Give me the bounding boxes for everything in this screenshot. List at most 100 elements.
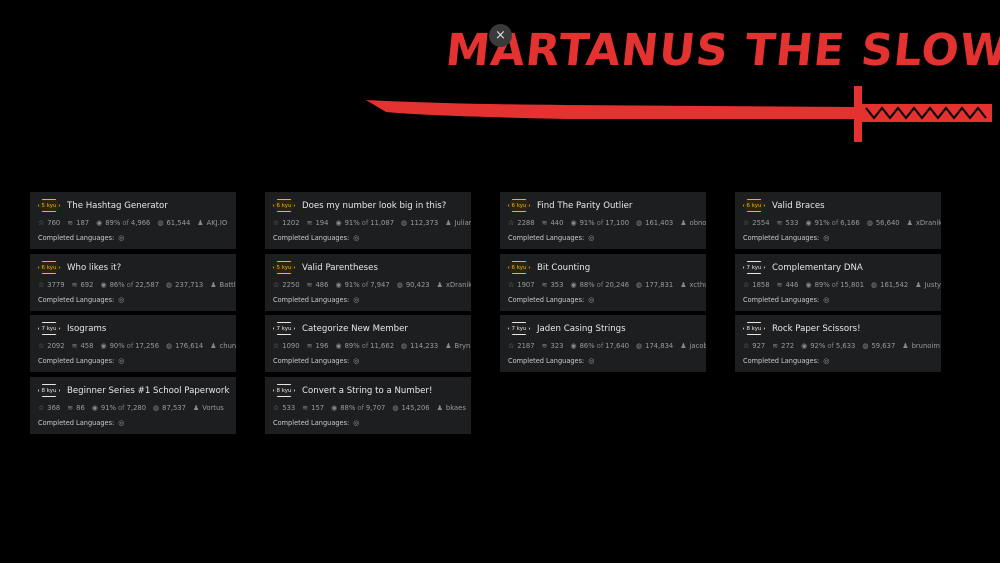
kata-name-link[interactable]: Categorize New Member [302,324,408,334]
eye-icon: ◉ [805,219,812,227]
author-link[interactable]: obnov [690,219,706,227]
completed-languages-label: Completed Languages: [273,357,350,365]
collections-stat: ≋ 272 [772,342,794,350]
kata-card[interactable]: 6 kyu Find The Parity Outlier ☆ 2288 ≋ 440… [500,192,706,249]
kata-name-link[interactable]: Rock Paper Scissors! [772,324,861,334]
of-text: of [827,342,834,350]
author-link[interactable]: Battle [220,281,236,289]
kata-card[interactable]: 6 kyu Who likes it? ☆ 3779 ≋ 692 ◉ 86% of 22,… [30,254,236,311]
completed-count: 87,537 [162,404,186,412]
completed-count: 161,542 [880,281,909,289]
votes-count: 11,662 [370,342,395,350]
collections-stat: ≋ 692 [72,281,94,289]
user-icon: ♟ [680,342,687,350]
stars-stat: ☆ 2187 [508,342,535,350]
author-stat: ♟ AKJ.IO [197,219,227,227]
completed-languages-label: Completed Languages: [508,296,585,304]
author-link[interactable]: xDranik [446,281,471,289]
stars-count: 1858 [752,281,770,289]
language-icon: ◎ [118,357,125,365]
votes-count: 15,801 [840,281,865,289]
author-link[interactable]: xDranik [916,219,941,227]
author-link[interactable]: jacob [690,342,706,350]
user-icon: ♟ [680,281,687,289]
satisfaction-stat: ◉ 91% of 11,087 [335,219,394,227]
kata-name-link[interactable]: Find The Parity Outlier [537,201,632,211]
kyu-badge: 7 kyu [508,322,530,335]
eye-icon: ◉ [100,342,107,350]
language-icon: ◎ [588,296,595,304]
completed-count: 112,373 [410,219,439,227]
satisfaction-rate: 86% [579,342,595,350]
completed-stat: ◍ 177,831 [636,281,673,289]
of-text: of [831,281,839,289]
kata-name-link[interactable]: Jaden Casing Strings [537,324,626,334]
completed-count: 114,233 [410,342,439,350]
kyu-badge: 5 kyu [38,199,60,212]
kata-name-link[interactable]: Isograms [67,324,106,334]
kata-name-link[interactable]: Does my number look big in this? [302,201,446,211]
kata-name-link[interactable]: Complementary DNA [772,263,863,273]
collections-count: 323 [550,342,564,350]
satisfaction-rate: 88% [340,404,356,412]
author-link[interactable]: chunj [220,342,236,350]
votes-count: 4,966 [130,219,151,227]
kata-card[interactable]: 7 kyu Complementary DNA ☆ 1858 ≋ 446 ◉ 89% o… [735,254,941,311]
kata-card[interactable]: 8 kyu Rock Paper Scissors! ☆ 927 ≋ 272 ◉ 92… [735,315,941,372]
collections-stat: ≋ 458 [72,342,94,350]
kata-name-link[interactable]: Valid Braces [772,201,825,211]
kata-card[interactable]: 5 kyu Valid Parentheses ☆ 2250 ≋ 486 ◉ 91% o… [265,254,471,311]
author-link[interactable]: Bryn [455,342,471,350]
layers-icon: ≋ [67,219,74,227]
kyu-badge: 5 kyu [273,261,295,274]
stars-stat: ☆ 3779 [38,281,65,289]
completed-count: 237,713 [175,281,204,289]
layers-icon: ≋ [306,281,313,289]
collections-count: 353 [550,281,564,289]
author-link[interactable]: brunoim [912,342,940,350]
user-icon: ♟ [210,342,217,350]
author-link[interactable]: Julian [455,219,471,227]
kata-name-link[interactable]: Bit Counting [537,263,590,273]
completed-icon: ◍ [866,219,873,227]
layers-icon: ≋ [541,342,548,350]
kata-name-link[interactable]: Beginner Series #1 School Paperwork [67,386,229,396]
kata-card[interactable]: 6 kyu Does my number look big in this? ☆… [265,192,471,249]
kata-card[interactable]: 8 kyu Beginner Series #1 School Paperwor… [30,377,236,434]
author-link[interactable]: Vortus [202,404,224,412]
kata-card[interactable]: 8 kyu Convert a String to a Number! ☆ 533… [265,377,471,434]
eye-icon: ◉ [335,281,342,289]
kata-card[interactable]: 5 kyu The Hashtag Generator ☆ 760 ≋ 187 ◉ 8… [30,192,236,249]
kata-card[interactable]: 7 kyu Jaden Casing Strings ☆ 2187 ≋ 323 ◉ 8… [500,315,706,372]
kata-name-link[interactable]: Who likes it? [67,263,121,273]
of-text: of [118,404,125,412]
layers-icon: ≋ [772,342,779,350]
layers-icon: ≋ [67,404,74,412]
stars-stat: ☆ 760 [38,219,60,227]
kata-card[interactable]: 6 kyu Valid Braces ☆ 2554 ≋ 533 ◉ 91% of 6,16… [735,192,941,249]
kata-card[interactable]: 7 kyu Categorize New Member ☆ 1090 ≋ 196 ◉… [265,315,471,372]
satisfaction-rate: 91% [344,219,360,227]
eye-icon: ◉ [96,219,103,227]
author-link[interactable]: xcthu [690,281,706,289]
author-link[interactable]: bkaes [446,404,466,412]
close-button[interactable]: × [489,24,512,47]
completed-icon: ◍ [636,219,643,227]
banner-title: MARTANUS THE SLOW [443,25,1000,76]
votes-count: 9,707 [365,404,386,412]
collections-count: 194 [315,219,329,227]
kata-name-link[interactable]: Convert a String to a Number! [302,386,432,396]
kata-name-link[interactable]: Valid Parentheses [302,263,378,273]
author-link[interactable]: AKJ.IO [207,219,228,227]
kata-card[interactable]: 7 kyu Isograms ☆ 2092 ≋ 458 ◉ 90% of 17,256 ◍… [30,315,236,372]
satisfaction-rate: 89% [814,281,830,289]
stars-stat: ☆ 2554 [743,219,770,227]
completed-count: 177,831 [645,281,674,289]
kata-name-link[interactable]: The Hashtag Generator [67,201,168,211]
author-link[interactable]: JustyF [925,281,941,289]
completed-stat: ◍ 176,614 [166,342,203,350]
eye-icon: ◉ [570,342,577,350]
completed-stat: ◍ 90,423 [397,281,430,289]
kata-card[interactable]: 6 kyu Bit Counting ☆ 1907 ≋ 353 ◉ 88% of 20,2… [500,254,706,311]
eye-icon: ◉ [335,219,342,227]
